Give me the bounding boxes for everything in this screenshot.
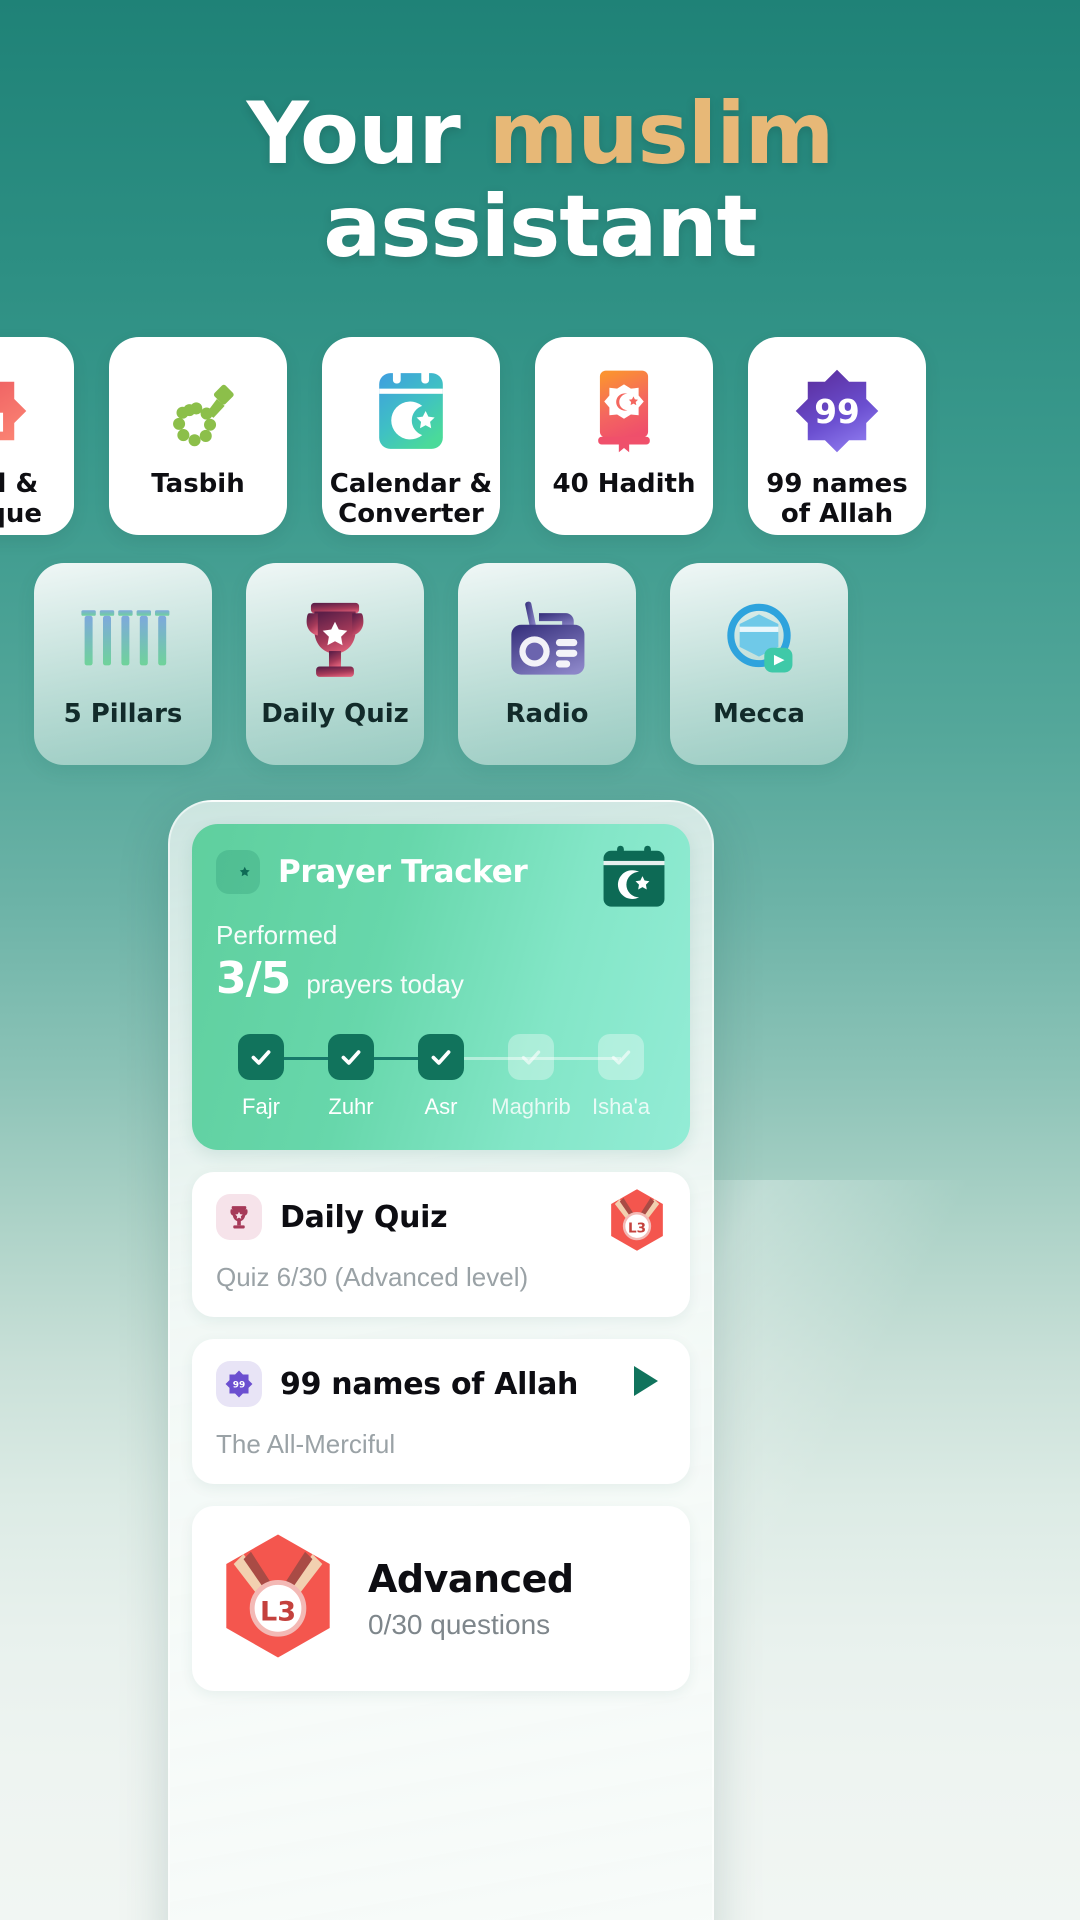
feature-card-mecca[interactable]: Mecca (670, 563, 848, 765)
kaaba-play-icon (714, 593, 804, 685)
ninety-nine-star-icon: 99 (794, 363, 880, 459)
feature-card-row-top: Halal & Mosque Tasbih (0, 337, 926, 535)
prayer-checkbox[interactable] (508, 1034, 554, 1080)
level-badge-l3-icon[interactable]: L3 (606, 1188, 668, 1257)
performed-label: Performed (216, 920, 338, 950)
feature-card-calendar-converter[interactable]: Calendar & Converter (322, 337, 500, 535)
feature-card-label: Radio (505, 699, 589, 729)
feature-card-label: Halal & Mosque (0, 469, 42, 530)
hadith-book-icon (587, 363, 661, 459)
calendar-crescent-icon (370, 363, 452, 459)
headline-line1-white: Your (246, 84, 489, 184)
ninety-nine-star-icon: 99 (216, 1361, 262, 1407)
prayer-steps: Fajr Zuhr Asr Maghrib Isha'a (216, 1034, 666, 1120)
prayer-label: Isha'a (591, 1094, 651, 1119)
headline-line2: assistant (323, 176, 758, 277)
prayer-step-ishaa[interactable]: Isha'a (576, 1034, 666, 1120)
prayer-checkbox[interactable] (328, 1034, 374, 1080)
prayer-count-suffix: prayers today (306, 969, 464, 999)
prayer-label: Fajr (242, 1094, 280, 1119)
calendar-crescent-icon[interactable] (600, 844, 668, 910)
list-item-daily-quiz[interactable]: Daily Quiz Quiz 6/30 (Advanced level) L3 (192, 1172, 690, 1317)
advanced-level-card[interactable]: L3 Advanced 0/30 questions (192, 1506, 690, 1691)
headline-line1-gold: muslim (488, 84, 835, 184)
advanced-card-title: Advanced (368, 1556, 574, 1601)
feature-card-5-pillars[interactable]: 5 Pillars (34, 563, 212, 765)
prayer-checkbox[interactable] (238, 1034, 284, 1080)
trophy-icon (216, 1194, 262, 1240)
prayer-beads-icon (155, 363, 241, 459)
advanced-card-subtitle: 0/30 questions (368, 1608, 551, 1640)
feature-card-label: Daily Quiz (261, 699, 409, 729)
level-badge-label: L3 (628, 1220, 646, 1236)
feature-card-radio[interactable]: Radio (458, 563, 636, 765)
list-item-subtitle: Quiz 6/30 (Advanced level) (216, 1262, 529, 1292)
feature-card-40-hadith[interactable]: 40 Hadith (535, 337, 713, 535)
prayer-checkbox[interactable] (418, 1034, 464, 1080)
prayer-tracker-header: Prayer Tracker (216, 850, 666, 894)
prayer-label: Zuhr (328, 1094, 374, 1119)
list-item-title: 99 names of Allah (280, 1366, 579, 1402)
prayer-checkbox[interactable] (598, 1034, 644, 1080)
feature-card-label: Tasbih (151, 469, 245, 499)
prayer-count-line: 3/5 prayers today (216, 953, 666, 1004)
prayer-step-asr[interactable]: Asr (396, 1034, 531, 1120)
play-icon[interactable] (624, 1361, 664, 1406)
level-badge-label: L3 (260, 1597, 296, 1628)
list-item-header: 99 99 names of Allah (216, 1361, 666, 1407)
svg-text:99: 99 (814, 393, 859, 431)
feature-card-label: 40 Hadith (552, 469, 696, 499)
list-item-99-names[interactable]: 99 99 names of Allah The All-Merciful (192, 1339, 690, 1484)
crescent-star-icon (216, 850, 260, 894)
phone-mockup: Prayer Tracker Performed 3/5 prayers tod… (168, 800, 714, 1920)
feature-card-label: Mecca (713, 699, 805, 729)
feature-card-label: Calendar & Converter (329, 469, 493, 530)
prayer-tracker-title: Prayer Tracker (278, 854, 528, 890)
prayer-step-fajr[interactable]: Fajr (216, 1034, 351, 1120)
list-item-header: Daily Quiz (216, 1194, 666, 1240)
feature-card-row-bottom: 5 Pillars Daily Quiz Radio Mecca (34, 563, 848, 765)
radio-icon (501, 593, 593, 685)
feature-card-tasbih[interactable]: Tasbih (109, 337, 287, 535)
list-item-subtitle: The All-Merciful (216, 1429, 396, 1459)
trophy-icon (289, 593, 381, 685)
prayer-step-zuhr[interactable]: Zuhr (306, 1034, 441, 1120)
prayer-label: Asr (424, 1094, 458, 1119)
feature-card-99-names[interactable]: 99 99 names of Allah (748, 337, 926, 535)
prayer-label: Maghrib (491, 1094, 571, 1119)
prayer-step-maghrib[interactable]: Maghrib (486, 1034, 621, 1120)
feature-card-label: 99 names of Allah (766, 469, 908, 530)
feature-card-daily-quiz[interactable]: Daily Quiz (246, 563, 424, 765)
prayer-count-value: 3/5 (216, 953, 291, 1004)
svg-text:99: 99 (233, 1380, 245, 1390)
prayer-tracker-card[interactable]: Prayer Tracker Performed 3/5 prayers tod… (192, 824, 690, 1150)
mosque-star-icon (0, 363, 28, 459)
pillars-icon (75, 593, 171, 685)
advanced-card-text: Advanced 0/30 questions (368, 1557, 574, 1641)
feature-card-halal-mosque[interactable]: Halal & Mosque (0, 337, 74, 535)
level-badge-l3-icon: L3 (216, 1532, 340, 1665)
feature-card-label: 5 Pillars (63, 699, 183, 729)
page-title: Your muslim assistant (0, 88, 1080, 274)
list-item-title: Daily Quiz (280, 1199, 448, 1235)
